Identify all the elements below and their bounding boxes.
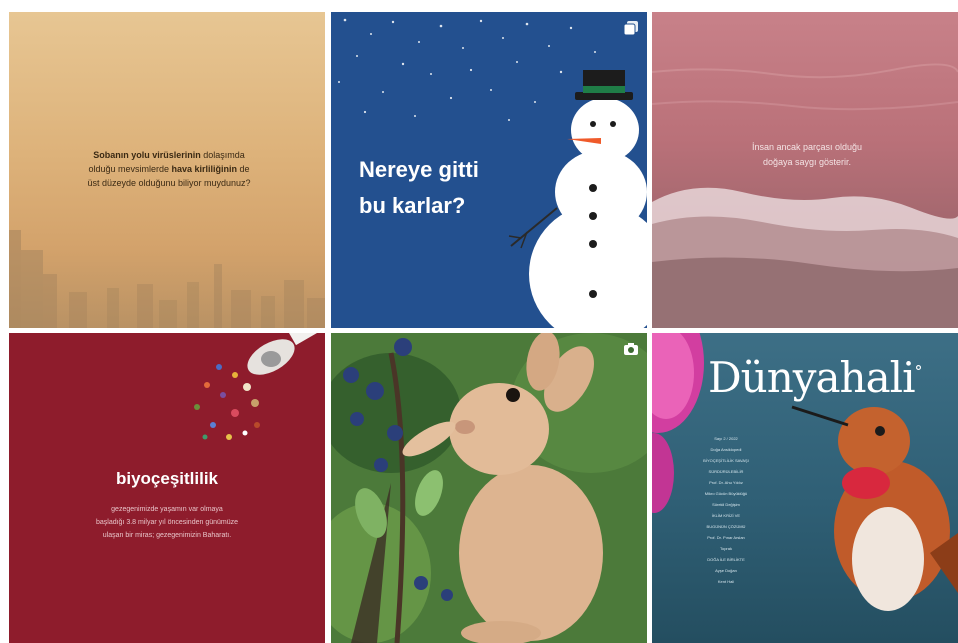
post-air-quality[interactable]: Sobanın yolu virüslerinin dolaşımda oldu… [9,12,325,328]
sea-caption: İnsan ancak parçası olduğu doğaya saygı … [751,142,863,167]
post-grid: Sobanın yolu virüslerinin dolaşımda oldu… [0,0,958,643]
magazine-masthead: Dünyahali° [708,353,923,402]
post-magazine[interactable]: Dünyahali° Sayı 2 / 2022 Doğa Ansikloped… [652,333,958,643]
camera-icon [623,341,639,362]
multiple-images-icon [623,20,639,41]
biodiversity-caption: gezegenimizde yaşamın var olmaya başladı… [95,506,239,539]
air-quality-caption: Sobanın yolu virüslerinin dolaşımda oldu… [87,150,251,188]
spices-illustration [194,333,321,440]
post-bunny[interactable] [331,333,647,643]
bunny-photo [331,333,647,643]
post-sea[interactable]: İnsan ancak parçası olduğu doğaya saygı … [652,12,958,328]
post-biodiversity[interactable]: biyoçeşitlilik gezegenimizde yaşamın var… [9,333,325,643]
sea-wave-image [652,63,958,328]
magazine-contents: Sayı 2 / 2022 Doğa Ansiklopedi BİYOÇEŞİT… [703,436,749,584]
post-snow[interactable]: Nereye gitti bu karlar? [331,12,647,328]
biodiversity-title: biyoçeşitlilik [115,469,219,488]
snow-title: Nereye gitti bu karlar? [359,157,479,218]
